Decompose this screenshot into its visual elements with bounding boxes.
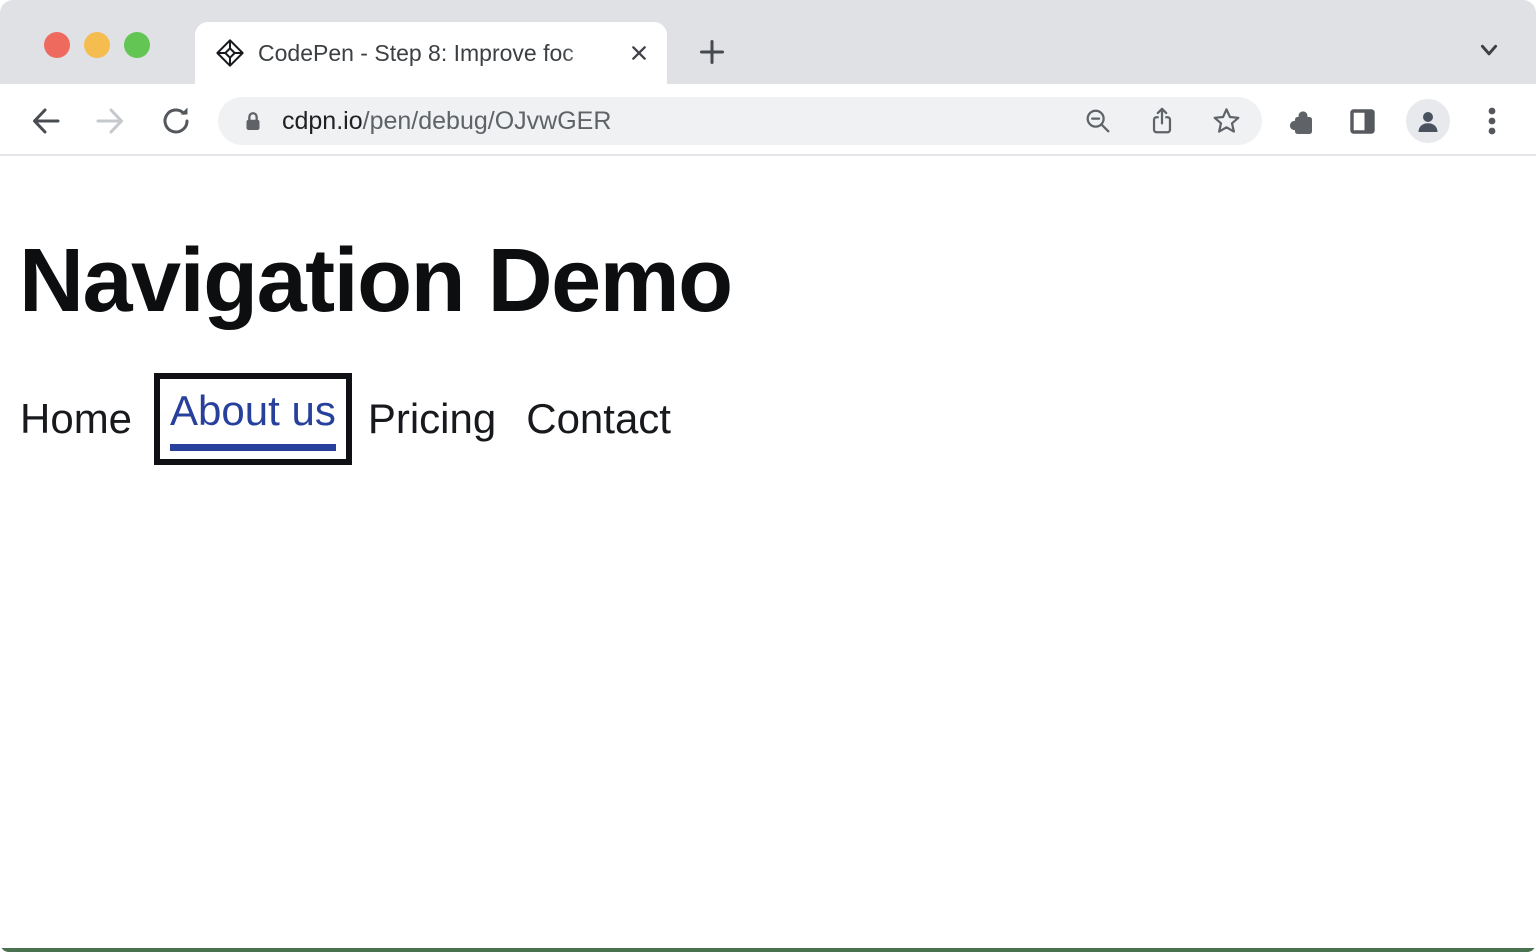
- forward-button[interactable]: [93, 104, 127, 138]
- focus-ring: About us: [154, 373, 352, 465]
- chevron-down-icon[interactable]: [1474, 38, 1504, 64]
- bookmark-star-icon[interactable]: [1211, 106, 1242, 137]
- site-navigation: Home About us Pricing Contact: [20, 373, 1536, 465]
- url-bar[interactable]: cdpn.io/pen/debug/OJvwGER: [218, 97, 1262, 145]
- side-panel-icon[interactable]: [1345, 104, 1379, 138]
- nav-link-contact[interactable]: Contact: [526, 395, 671, 443]
- url-domain: cdpn.io: [282, 107, 363, 135]
- lock-icon[interactable]: [240, 108, 266, 134]
- overflow-menu-icon[interactable]: [1475, 104, 1509, 138]
- nav-link-pricing[interactable]: Pricing: [368, 395, 496, 443]
- close-window-button[interactable]: [44, 32, 70, 58]
- minimize-window-button[interactable]: [84, 32, 110, 58]
- person-icon: [1412, 105, 1444, 137]
- reload-button[interactable]: [159, 104, 193, 138]
- profile-avatar[interactable]: [1406, 99, 1450, 143]
- zoom-out-icon[interactable]: [1083, 106, 1113, 136]
- page-title: Navigation Demo: [19, 235, 1536, 328]
- zoom-window-button[interactable]: [124, 32, 150, 58]
- codepen-cube-icon: [215, 38, 245, 68]
- omnibox-actions: [1083, 106, 1242, 137]
- close-tab-icon[interactable]: [625, 39, 653, 67]
- traffic-lights: [44, 32, 150, 58]
- back-button[interactable]: [29, 104, 63, 138]
- browser-tab[interactable]: CodePen - Step 8: Improve foc: [195, 22, 667, 84]
- browser-toolbar: cdpn.io/pen/debug/OJvwGER: [0, 84, 1536, 156]
- tab-strip: CodePen - Step 8: Improve foc: [0, 0, 1536, 84]
- nav-link-about-us[interactable]: About us: [170, 387, 336, 451]
- new-tab-button[interactable]: [696, 36, 728, 68]
- page-content: Navigation Demo Home About us Pricing Co…: [0, 235, 1536, 952]
- extensions-puzzle-icon[interactable]: [1283, 104, 1317, 138]
- window-bottom-edge: [0, 948, 1536, 952]
- url-text: cdpn.io/pen/debug/OJvwGER: [282, 107, 1083, 136]
- tab-title: CodePen - Step 8: Improve foc: [258, 38, 617, 68]
- nav-link-home[interactable]: Home: [20, 395, 132, 443]
- browser-window: CodePen - Step 8: Improve foc: [0, 0, 1536, 952]
- url-path: /pen/debug/OJvwGER: [363, 107, 612, 135]
- share-icon[interactable]: [1147, 106, 1177, 136]
